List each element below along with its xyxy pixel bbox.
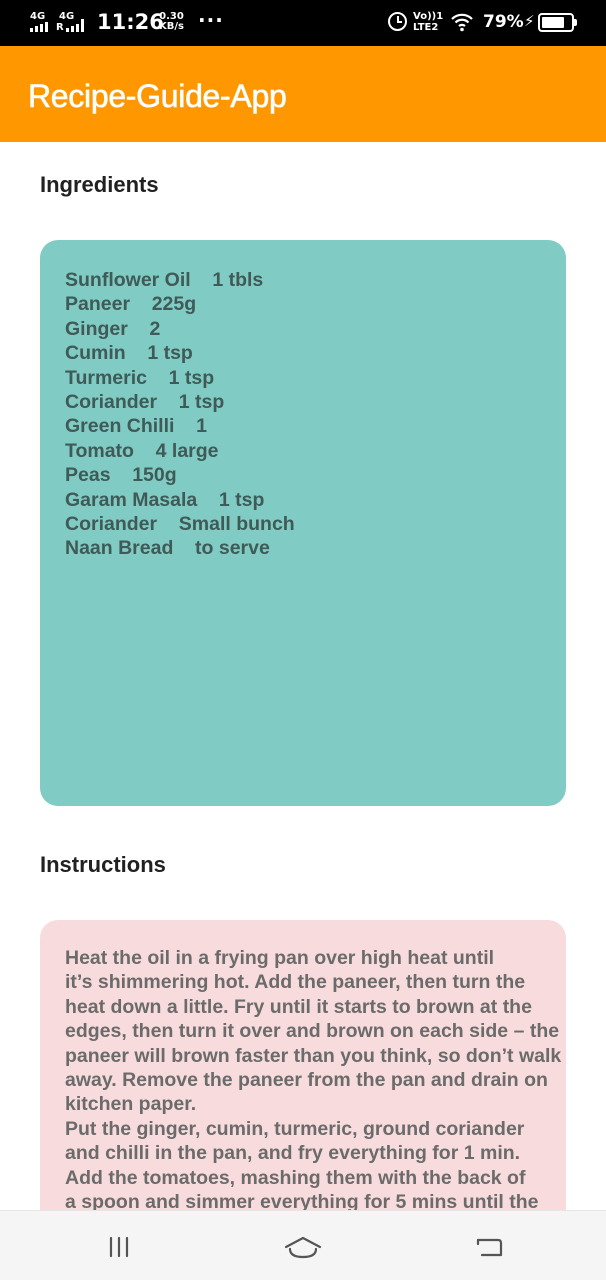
instructions-heading: Instructions: [40, 852, 166, 877]
instructions-text: Heat the oil in a frying pan over high h…: [65, 947, 562, 1214]
bolt-icon: ⚡: [524, 12, 535, 30]
overflow-indicator: ···: [198, 8, 224, 32]
ingredient-row: Peas 150g: [65, 464, 177, 487]
ingredient-row: Sunflower Oil 1 tbls: [65, 269, 264, 291]
alarm-icon: [388, 12, 407, 31]
ingredients-list: Sunflower Oil 1 tbls Paneer 225g Ginger 2C…: [65, 268, 541, 561]
ingredient-row: Green Chilli 1: [65, 415, 207, 438]
ingredient-row: Cumin 1 tsp: [65, 342, 193, 365]
home-icon: [284, 1236, 322, 1259]
ingredients-card: Sunflower Oil 1 tbls Paneer 225g Ginger 2C…: [40, 240, 566, 806]
wifi-icon: [451, 13, 473, 32]
ingredient-row: Coriander Small bunch: [65, 513, 295, 536]
network-speed-unit: KB/s: [159, 21, 184, 32]
volte-indicator: Vo))1 LTE2: [413, 11, 443, 33]
network-type-1: 4G: [30, 11, 46, 22]
app-title: Recipe-Guide-App: [28, 78, 287, 115]
navigation-bar: [0, 1210, 606, 1280]
ingredient-row: Garam Masala 1 tsp: [65, 488, 265, 511]
ingredient-row: Coriander 1 tsp: [65, 391, 225, 414]
ingredient-row: Naan Bread to serve: [65, 537, 270, 560]
ingredients-heading: Ingredients: [40, 172, 159, 197]
back-icon: [476, 1238, 503, 1257]
network-speed: 0.30 KB/s: [159, 12, 184, 32]
battery-icon: [538, 13, 577, 32]
battery-percent: 79%: [483, 12, 524, 32]
volte-line-1: Vo))1: [413, 11, 444, 22]
battery-level-fill: [542, 17, 565, 28]
volte-line-2: LTE2: [413, 22, 439, 33]
back-button[interactable]: [464, 1227, 512, 1267]
ingredient-row: Paneer 225g: [65, 293, 197, 316]
ingredient-row: Turmeric 1 tsp: [65, 366, 215, 389]
ingredient-row: Ginger 2: [65, 317, 161, 340]
signal-strength-1-icon: [30, 22, 48, 32]
home-button[interactable]: [279, 1227, 327, 1267]
menu-button[interactable]: [95, 1227, 143, 1267]
status-bar: 4G 4G R 11:26 0.30 KB/s ··· Vo))1 LTE2 7…: [0, 0, 606, 46]
menu-icon: [109, 1236, 129, 1258]
clock: 11:26: [97, 10, 164, 34]
signal-strength-2-icon: [66, 19, 84, 32]
roaming-indicator: R: [56, 22, 64, 33]
ingredient-row: Tomato 4 large: [65, 439, 219, 462]
app-bar: Recipe-Guide-App: [0, 46, 606, 142]
